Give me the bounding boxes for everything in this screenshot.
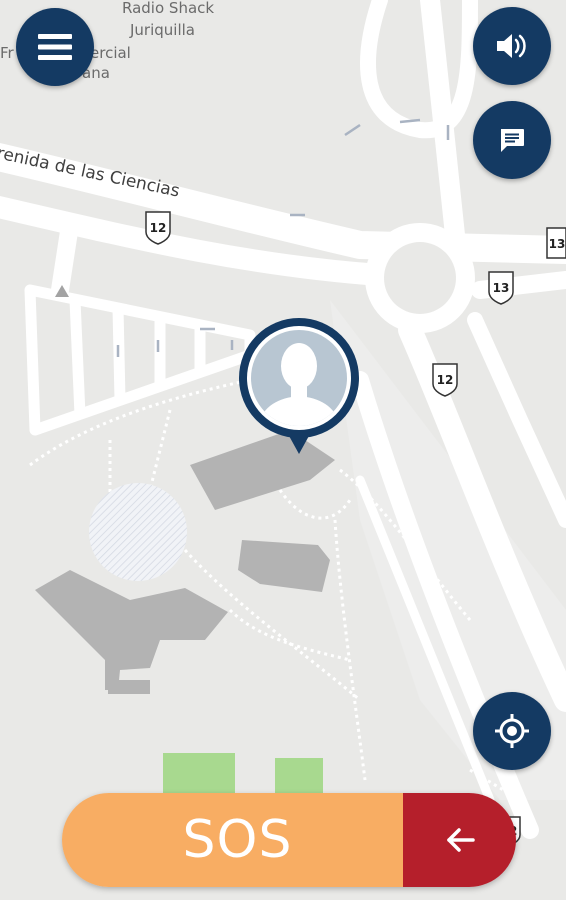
user-location-marker[interactable] — [236, 316, 362, 458]
route-shield: 12 — [432, 363, 458, 397]
hamburger-menu-icon — [38, 34, 72, 60]
chat-bubble-icon — [501, 129, 524, 152]
sos-back-button[interactable] — [403, 793, 516, 887]
map-label-fr: Fr — [0, 44, 15, 62]
route-shield: 13 — [546, 227, 566, 259]
map-label-comercial: ercial — [90, 44, 131, 62]
locate-me-button[interactable] — [473, 692, 551, 770]
route-shield: 12 — [145, 211, 171, 245]
svg-text:12: 12 — [437, 373, 454, 387]
menu-button[interactable] — [16, 8, 94, 86]
map-label-radio-shack: Radio Shack — [122, 0, 214, 17]
svg-text:13: 13 — [493, 281, 510, 295]
arrow-left-icon — [446, 828, 475, 852]
svg-text:13: 13 — [549, 237, 566, 251]
sos-bar: SOS — [62, 793, 516, 887]
route-shield: 13 — [488, 271, 514, 305]
svg-text:12: 12 — [150, 221, 167, 235]
chat-button[interactable] — [473, 101, 551, 179]
speaker-icon — [497, 34, 526, 58]
sos-button[interactable]: SOS — [62, 793, 403, 887]
sound-button[interactable] — [473, 7, 551, 85]
crosshair-locate-icon — [495, 714, 529, 748]
map-label-juriquilla: Juriquilla — [129, 21, 195, 39]
user-avatar-icon — [239, 318, 359, 454]
